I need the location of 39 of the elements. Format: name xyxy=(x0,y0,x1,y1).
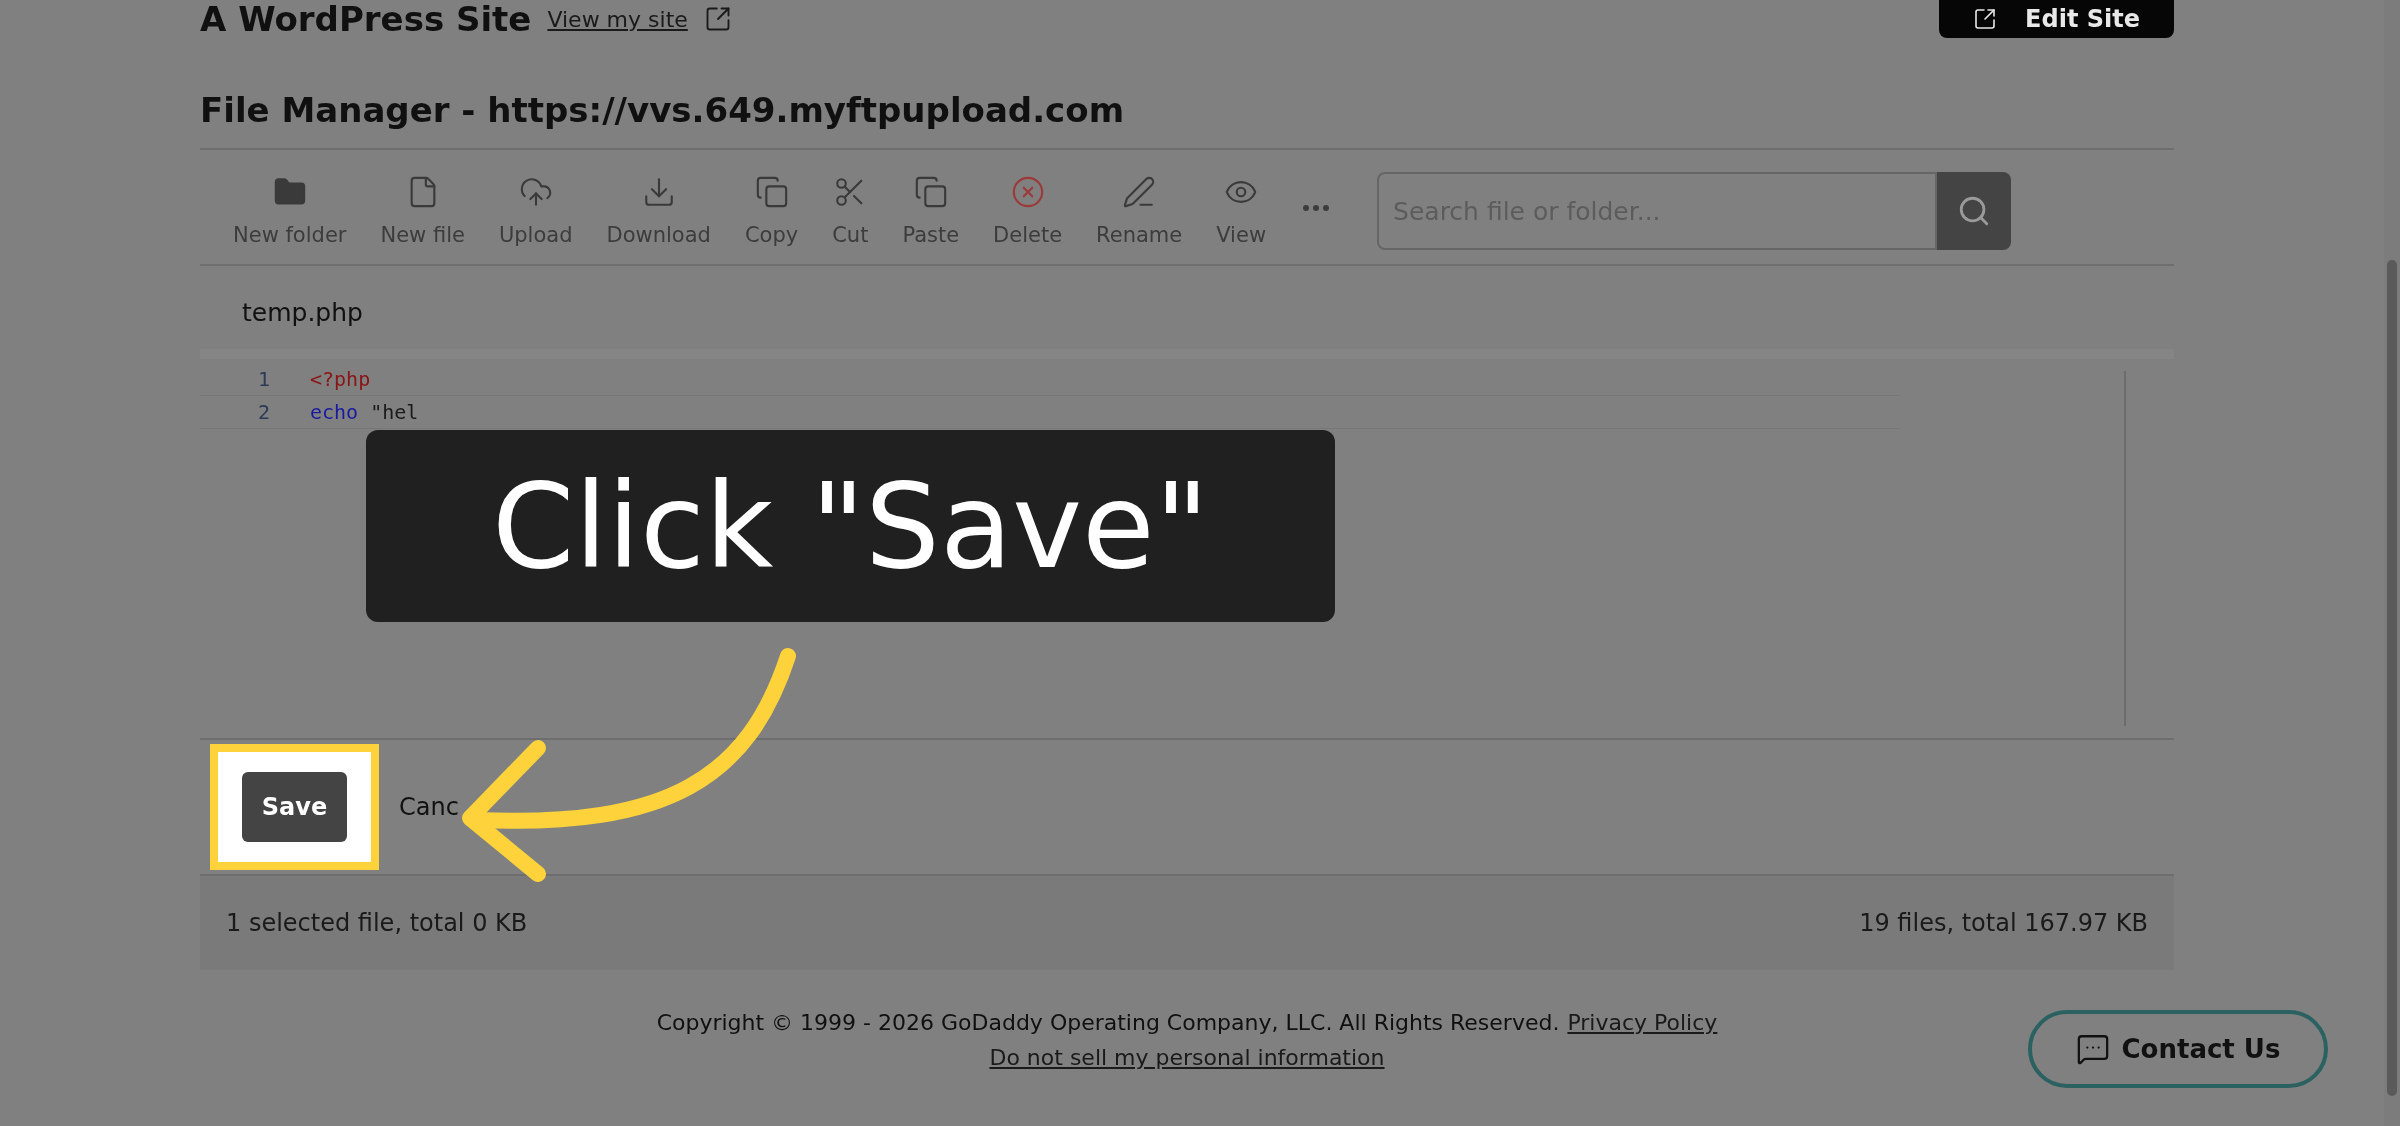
site-title: A WordPress Site xyxy=(200,0,532,38)
copy-icon xyxy=(754,175,789,209)
copyright-text: Copyright © 1999 - 2026 GoDaddy Operating Company, LLC. All Rights Reserved. xyxy=(656,1010,1560,1035)
delete-icon xyxy=(1010,175,1045,209)
code-token: <?php xyxy=(310,366,371,393)
toolbar-button[interactable]: Download xyxy=(589,175,728,247)
code-token: "hel xyxy=(370,399,419,426)
code-token: echo xyxy=(310,399,359,426)
toolbar-button[interactable]: New folder xyxy=(216,175,364,247)
toolbar-button[interactable]: New file xyxy=(363,175,482,247)
upload-icon xyxy=(518,175,553,209)
view-site-link[interactable]: View my site xyxy=(547,6,688,32)
files-total: 19 files, total 167.97 KB xyxy=(1859,909,2148,937)
edit-site-button[interactable]: Edit Site xyxy=(1939,0,2174,38)
line-number: 2 xyxy=(256,399,271,426)
toolbar-button[interactable]: Copy xyxy=(727,175,816,247)
toolbar-button[interactable]: Cut xyxy=(815,175,886,247)
toolbar-button[interactable]: Rename xyxy=(1079,175,1200,247)
save-button[interactable]: Save xyxy=(242,772,347,842)
line-number: 1 xyxy=(256,366,271,393)
file-manager-title: File Manager - https://vvs.649.myftpupload.com xyxy=(200,90,2174,150)
external-link-icon xyxy=(1973,7,1998,31)
more-icon xyxy=(1303,205,1330,211)
callout-label: Click "Save" xyxy=(366,430,1335,622)
file-name: temp.php xyxy=(241,297,364,329)
paste-icon xyxy=(913,175,948,209)
search-button[interactable] xyxy=(1937,172,2012,250)
pencil-icon xyxy=(1122,175,1157,209)
chat-icon xyxy=(2075,1032,2110,1066)
toolbar-button[interactable]: Paste xyxy=(885,175,977,247)
cancel-button[interactable]: Canc xyxy=(399,793,459,821)
toolbar-button[interactable]: View xyxy=(1199,175,1284,247)
selection-status: 1 selected file, total 0 KB xyxy=(226,909,528,937)
toolbar-button[interactable]: Upload xyxy=(481,175,590,247)
toolbar-button[interactable]: Delete xyxy=(976,175,1080,247)
privacy-policy-link[interactable]: Privacy Policy xyxy=(1567,1010,1718,1035)
do-not-sell-link[interactable]: Do not sell my personal information xyxy=(989,1045,1385,1070)
contact-us-button[interactable]: Contact Us xyxy=(2028,1010,2328,1088)
scrollbar-thumb[interactable] xyxy=(2387,260,2397,1096)
